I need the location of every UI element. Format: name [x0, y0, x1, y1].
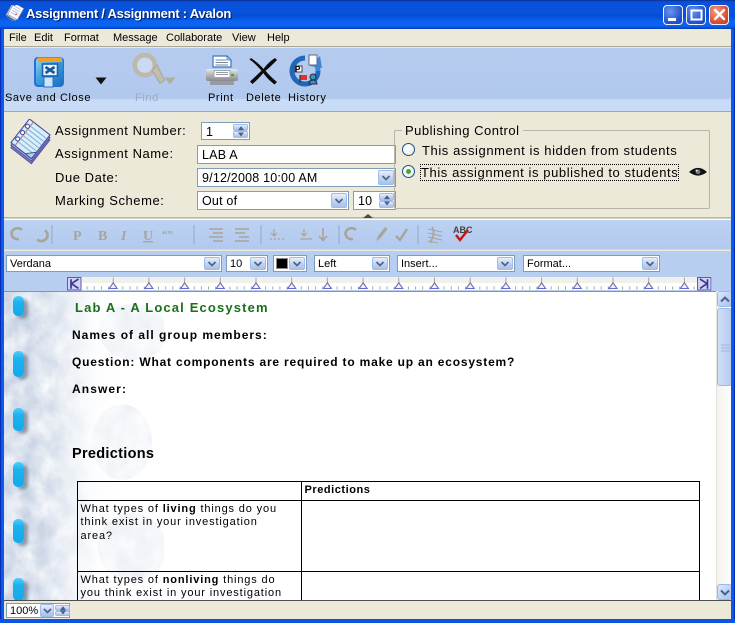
svg-text:B: B — [98, 229, 107, 244]
svg-text:I: I — [120, 229, 127, 244]
svg-text:U: U — [143, 229, 153, 244]
svg-text:P: P — [73, 229, 82, 244]
svg-text:“”: “” — [162, 229, 173, 241]
svg-text:P: P — [295, 65, 301, 74]
svg-text:ABC: ABC — [453, 225, 473, 235]
